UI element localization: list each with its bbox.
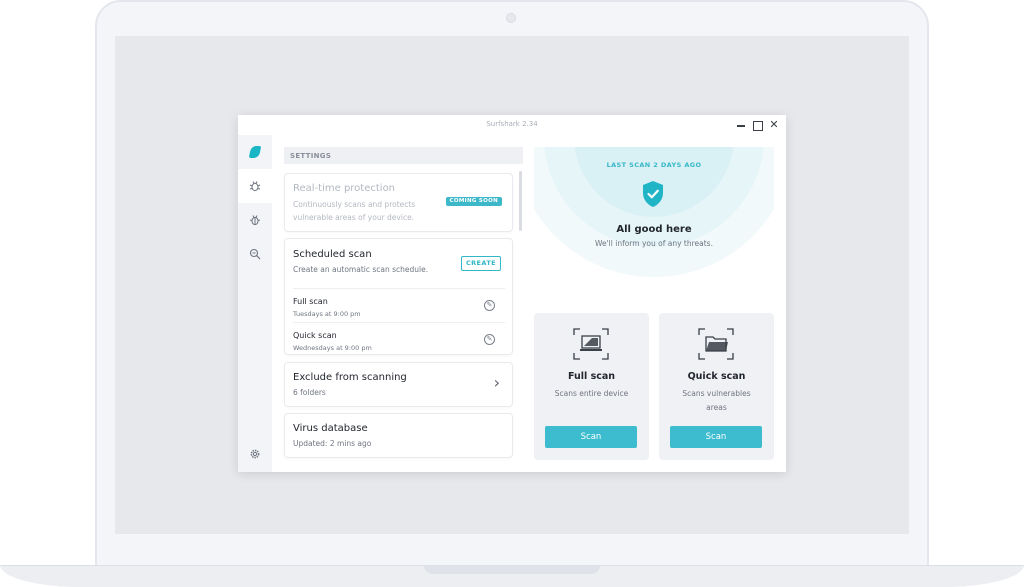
sidebar-item-settings[interactable]: [238, 437, 272, 471]
app-window: Surfshark 2.34 ✕ SETTINGS Real-time prot…: [238, 115, 786, 472]
minimize-icon[interactable]: [734, 118, 748, 132]
create-schedule-button[interactable]: CREATE: [461, 256, 501, 271]
virus-db-subtitle: Updated: 2 mins ago: [293, 439, 372, 448]
title-bar: Surfshark 2.34 ✕: [238, 115, 786, 135]
gear-icon: [250, 449, 260, 459]
exclude-subtitle: 6 folders: [293, 388, 326, 397]
shield-check-icon: [643, 181, 663, 207]
maximize-icon[interactable]: [750, 118, 764, 132]
sidebar-item-antivirus-settings[interactable]: [238, 169, 272, 203]
exclude-title: Exclude from scanning: [293, 372, 407, 383]
folder-scan-icon: [698, 328, 734, 360]
scan-panel: LAST SCAN 2 DAYS AGO All good here We'll…: [534, 147, 774, 467]
edit-icon[interactable]: ✎: [484, 300, 495, 311]
laptop-notch: [424, 565, 600, 574]
scheduled-title: Scheduled scan: [293, 249, 372, 260]
chevron-right-icon: ›: [493, 373, 500, 392]
virus-db-title: Virus database: [293, 423, 368, 434]
scheduled-subtitle: Create an automatic scan schedule.: [293, 265, 429, 274]
sidebar-item-home[interactable]: [238, 135, 272, 169]
quick-scan-title: Quick scan: [687, 371, 746, 382]
scheduled-scan-card: Scheduled scan Create an automatic scan …: [284, 238, 513, 355]
quick-scan-description: Scans vulnerables areas: [682, 389, 751, 412]
realtime-title: Real-time protection: [293, 183, 396, 194]
surfshark-logo-icon: [248, 146, 262, 158]
sidebar: [238, 135, 272, 472]
schedule-row: Full scan Tuesdays at 9:00 pm ✎: [293, 288, 505, 322]
search-zoom-icon: [249, 248, 261, 260]
status-title: All good here: [616, 224, 692, 235]
full-scan-description: Scans entire device: [554, 389, 629, 398]
schedule-row-title: Quick scan: [293, 331, 337, 340]
virus-database-card: Virus database Updated: 2 mins ago: [284, 413, 513, 458]
scrollbar[interactable]: [519, 171, 522, 231]
schedule-row-time: Tuesdays at 9:00 pm: [293, 310, 361, 318]
laptop-mockup: Surfshark 2.34 ✕ SETTINGS Real-time prot…: [0, 0, 1024, 587]
sidebar-item-search[interactable]: [238, 237, 272, 271]
quick-scan-card: Quick scan Scans vulnerables areas Scan: [659, 313, 774, 460]
realtime-protection-card: Real-time protection Continuously scans …: [284, 173, 513, 232]
full-scan-title: Full scan: [567, 371, 616, 382]
schedule-row-time: Wednesdays at 9:00 pm: [293, 344, 372, 352]
quick-scan-button[interactable]: Scan: [670, 426, 762, 448]
full-scan-card: Full scan Scans entire device Scan: [534, 313, 649, 460]
window-title: Surfshark 2.34: [486, 120, 538, 128]
full-scan-button[interactable]: Scan: [545, 426, 637, 448]
sidebar-item-antivirus[interactable]: [238, 203, 272, 237]
camera-icon: [506, 13, 516, 23]
bug-settings-icon: [249, 181, 261, 192]
edit-icon[interactable]: ✎: [484, 334, 495, 345]
status-subtitle: We'll inform you of any threats.: [595, 239, 713, 248]
coming-soon-badge: COMING SOON: [445, 197, 502, 206]
schedule-row-title: Full scan: [293, 297, 328, 306]
close-icon[interactable]: ✕: [767, 118, 781, 132]
bug-icon: [249, 215, 261, 226]
exclude-from-scanning-card[interactable]: Exclude from scanning 6 folders ›: [284, 362, 513, 407]
realtime-subtitle: Continuously scans and protects vulnerab…: [293, 200, 416, 222]
schedule-row: Quick scan Wednesdays at 9:00 pm ✎: [293, 322, 505, 356]
last-scan-label: LAST SCAN 2 DAYS AGO: [606, 161, 702, 169]
settings-header: SETTINGS: [284, 147, 523, 164]
laptop-scan-icon: [573, 328, 609, 360]
